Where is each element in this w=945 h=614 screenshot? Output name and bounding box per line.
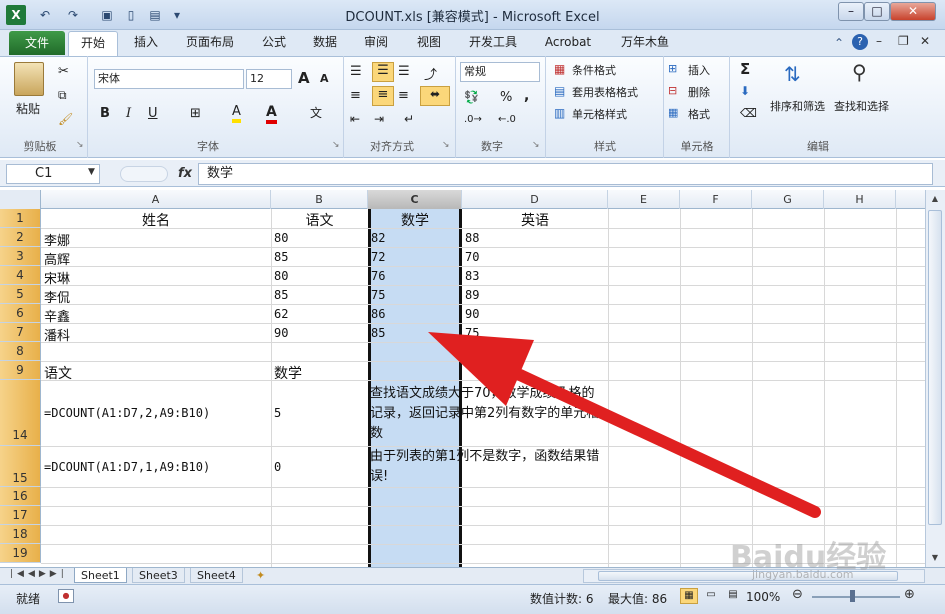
red-arrow-annotation <box>428 332 821 518</box>
scroll-down-icon[interactable]: ▼ <box>928 551 942 565</box>
baidu-watermark-url: jingyan.baidu.com <box>752 568 854 581</box>
sheet-tab-sheet1[interactable]: Sheet1 <box>74 568 127 583</box>
zoom-slider-handle[interactable] <box>850 590 855 602</box>
sheet-tab-sheet4[interactable]: Sheet4 <box>190 568 243 583</box>
zoom-level[interactable]: 100% <box>746 590 780 604</box>
status-ready: 就绪 <box>16 592 41 606</box>
scroll-up-icon[interactable]: ▲ <box>928 192 942 206</box>
status-count: 数值计数: 6 <box>530 592 594 606</box>
arrow-head <box>428 332 534 406</box>
sheet-nav-icons[interactable]: |◀◀▶▶| <box>10 569 68 579</box>
zoom-out-icon[interactable]: ⊖ <box>792 587 803 602</box>
status-bar <box>0 584 945 614</box>
vertical-scroll-thumb[interactable] <box>928 210 942 525</box>
new-sheet-icon[interactable]: ✦ <box>256 569 265 582</box>
arrow-shaft <box>514 369 821 518</box>
normal-view-icon[interactable]: ▦ <box>680 588 698 604</box>
status-max: 最大值: 86 <box>608 592 668 606</box>
macro-record-icon[interactable]: ● <box>58 589 74 603</box>
zoom-in-icon[interactable]: ⊕ <box>904 587 915 602</box>
page-break-view-icon[interactable]: ▤ <box>724 588 742 604</box>
zoom-slider[interactable] <box>812 596 900 598</box>
page-layout-view-icon[interactable]: ▭ <box>702 588 720 604</box>
sheet-tab-sheet3[interactable]: Sheet3 <box>132 568 185 583</box>
